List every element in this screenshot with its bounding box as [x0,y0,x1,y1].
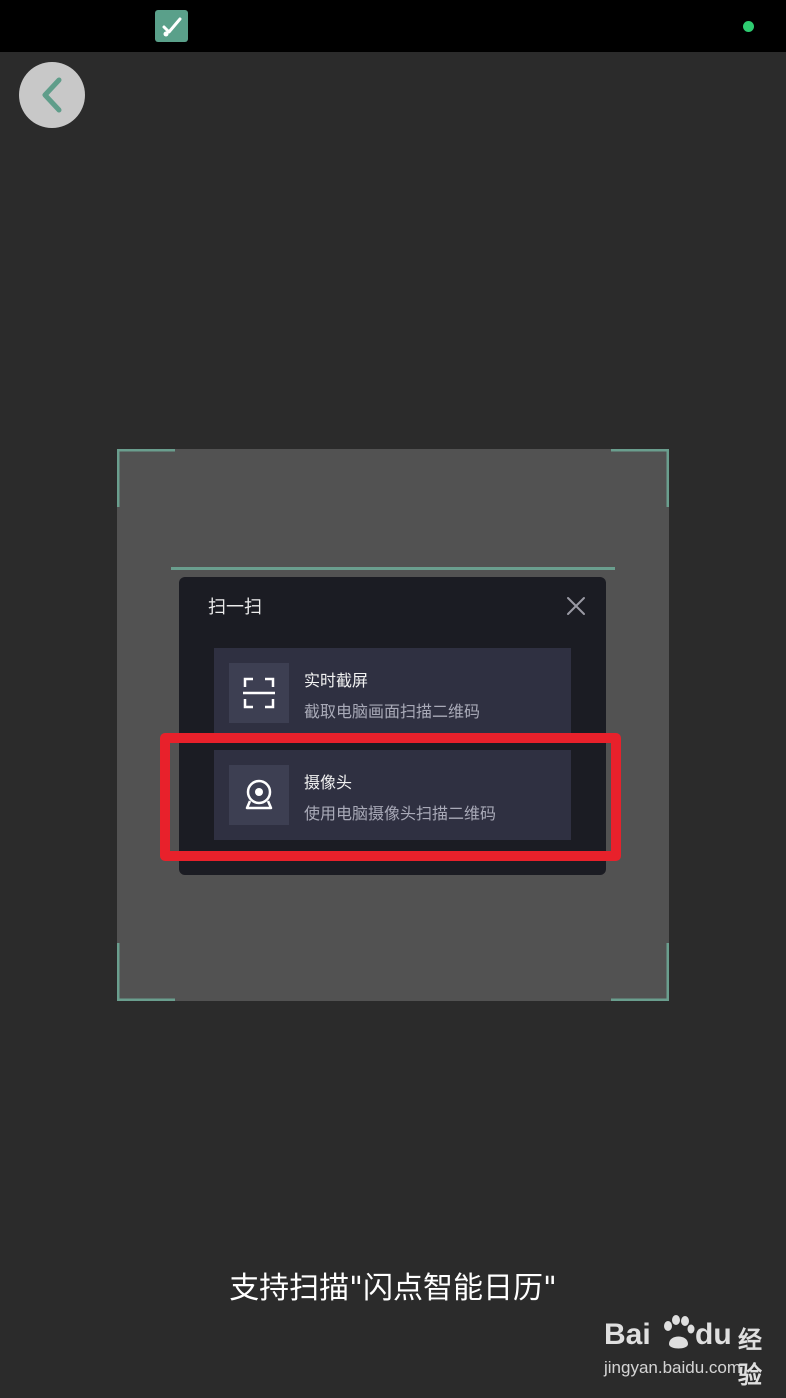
watermark-brand-left: Bai [604,1318,651,1351]
chevron-left-icon [42,77,62,113]
watermark-url: jingyan.baidu.com [604,1358,742,1377]
watermark-brand-right: du [695,1318,732,1351]
dialog-title: 扫一扫 [208,597,262,618]
highlight-annotation-box [160,733,621,861]
status-indicator-dot [743,21,754,32]
screen-capture-icon [229,663,289,723]
option-subtitle: 截取电脑画面扫描二维码 [304,702,481,721]
top-bar [0,0,786,52]
baidu-jingyan-watermark: Bai du 经验 jingyan.baidu.com [600,1312,780,1389]
app-check-icon [155,10,188,42]
scan-line [171,567,615,570]
close-button[interactable] [566,596,586,616]
scan-hint-text: 支持扫描"闪点智能日历" [229,1271,557,1306]
back-button[interactable] [19,62,85,128]
option-title: 实时截屏 [304,671,369,690]
baidu-paw-icon [664,1315,695,1349]
close-icon [567,597,585,615]
option-screen-capture[interactable]: 实时截屏 截取电脑画面扫描二维码 [214,648,571,738]
watermark-brand-cn: 经验 [738,1326,762,1389]
